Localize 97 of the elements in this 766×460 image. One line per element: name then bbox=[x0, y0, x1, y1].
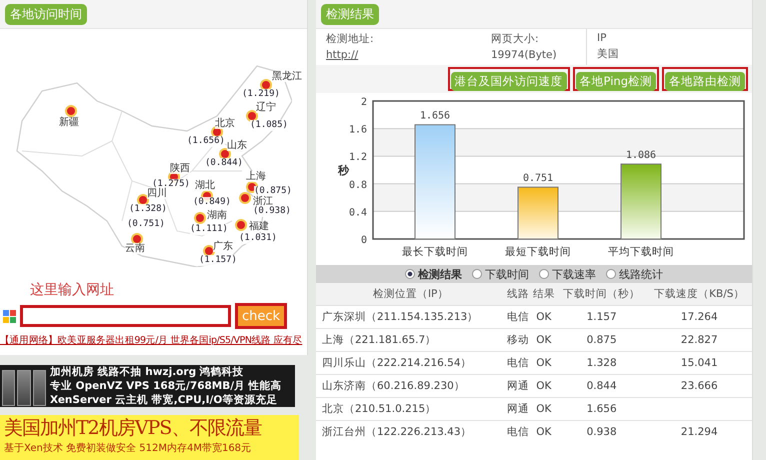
table-cell: OK bbox=[531, 420, 557, 443]
table-cell: 网通 bbox=[505, 398, 531, 420]
table-cell: 0.875 bbox=[556, 328, 647, 352]
table-cell: OK bbox=[531, 374, 557, 398]
y-tick-label: 1.6 bbox=[348, 124, 367, 136]
time-value: (0.849) bbox=[193, 197, 231, 208]
ad-text: 美国加州T2机房VPS、不限流量 bbox=[4, 416, 263, 441]
category-label: 平均下载时间 bbox=[608, 246, 674, 258]
bar-value-label: 1.656 bbox=[420, 110, 450, 122]
y-tick-label: 0 bbox=[360, 235, 367, 246]
region-label: 黑龙江 bbox=[272, 71, 302, 82]
time-value: (1.111) bbox=[190, 224, 228, 235]
category-label: 最短下载时间 bbox=[505, 246, 571, 258]
region-label: 辽宁 bbox=[256, 102, 276, 113]
table-cell: 移动 bbox=[505, 328, 531, 352]
table-cell: 上海（221.181.65.7） bbox=[316, 328, 506, 352]
promo-link[interactable]: 【通用网络】欧美亚服务器出租99元/月 世界各国ip/S5/VPN线路 应有尽 bbox=[0, 334, 308, 347]
info-value: 美国 bbox=[597, 47, 619, 61]
table-cell: OK bbox=[531, 306, 557, 328]
table-cell: OK bbox=[531, 328, 557, 352]
info-label: 检测地址: bbox=[326, 32, 375, 46]
y-tick-label: 1.2 bbox=[348, 152, 367, 164]
table-cell: OK bbox=[531, 398, 557, 420]
table-cell: OK bbox=[531, 352, 557, 374]
category-label: 最长下载时间 bbox=[402, 246, 468, 258]
region-label: 浙江 bbox=[253, 196, 273, 207]
region-label: 湖北 bbox=[195, 180, 215, 191]
y-tick-label: 2 bbox=[360, 97, 367, 108]
time-value: (1.656) bbox=[187, 136, 225, 147]
region-label: 四川 bbox=[147, 188, 167, 199]
table-cell: 23.666 bbox=[646, 374, 752, 398]
table-cell: 浙江台州（122.226.213.43） bbox=[316, 420, 506, 443]
column-header: 线路 bbox=[505, 283, 531, 306]
panel-title: 检测结果 bbox=[321, 4, 379, 24]
time-value: (1.219) bbox=[242, 89, 280, 100]
column-header: 下载时间（秒） bbox=[556, 283, 647, 306]
region-label: 北京 bbox=[215, 118, 235, 129]
url-link[interactable]: http:// bbox=[326, 49, 471, 61]
region-label: 新疆 bbox=[59, 117, 79, 128]
time-value: (0.751) bbox=[127, 219, 165, 230]
y-tick-label: 0.4 bbox=[348, 207, 367, 218]
google-icon bbox=[3, 310, 16, 322]
table-cell: 1.656 bbox=[556, 398, 647, 420]
region-label: 陕西 bbox=[170, 163, 190, 174]
time-value: (0.875) bbox=[254, 186, 292, 197]
view-radio[interactable]: 线路统计 bbox=[606, 266, 663, 282]
info-value: 19974(Byte) bbox=[491, 49, 558, 61]
panel-title: 各地访问时间 bbox=[5, 4, 87, 24]
table-cell: 北京（210.51.0.215） bbox=[316, 398, 506, 420]
bar bbox=[518, 186, 558, 240]
table-cell: 山东济南（60.216.89.230） bbox=[316, 374, 506, 398]
region-label: 湖南 bbox=[207, 210, 227, 221]
region-label: 广东 bbox=[213, 241, 233, 252]
time-value: (1.157) bbox=[199, 255, 237, 266]
y-tick-label: 0.8 bbox=[348, 180, 367, 191]
column-header: 下载速度（KB/S） bbox=[646, 283, 752, 306]
info-label: IP bbox=[597, 32, 608, 44]
info-label: 网页大小: bbox=[491, 32, 540, 46]
time-value: (1.031) bbox=[239, 233, 277, 244]
time-value: (1.085) bbox=[250, 120, 288, 131]
url-input[interactable] bbox=[20, 305, 231, 327]
ad-text: 基于Xen技术 免费初装做安全 512M内存4M带宽168元 bbox=[4, 442, 252, 455]
table-cell: 17.264 bbox=[646, 306, 752, 328]
view-radio[interactable]: 下载速率 bbox=[539, 266, 596, 282]
ad-text: XenServer 云主机 带宽,CPU,I/O等资源充足 bbox=[50, 393, 278, 407]
table-cell: 电信 bbox=[505, 420, 531, 443]
region-label: 山东 bbox=[227, 140, 247, 151]
view-radio[interactable]: 下载时间 bbox=[472, 266, 529, 282]
region-label: 福建 bbox=[249, 221, 269, 232]
table-cell: 0.938 bbox=[556, 420, 647, 443]
time-value: (0.844) bbox=[205, 158, 243, 169]
bar-value-label: 0.751 bbox=[522, 173, 554, 184]
table-cell: 15.041 bbox=[646, 352, 752, 374]
input-hint: 这里输入网址 bbox=[29, 281, 115, 300]
y-axis-label: 秒 bbox=[338, 164, 349, 177]
view-radio[interactable]: 检测结果 bbox=[405, 266, 462, 282]
column-header: 结果 bbox=[531, 283, 557, 306]
ad-text: 加州机房 线路不抽 hwzj.org 鸿鹤科技 bbox=[50, 365, 245, 379]
ad-banner[interactable]: 加州机房 线路不抽 hwzj.org 鸿鹤科技 专业 OpenVZ VPS 168元/768MB/月 性能高 XenServer 云主机 带宽,CPU,I/O等资源充足 bbox=[0, 365, 295, 407]
table-cell: 0.844 bbox=[556, 374, 647, 398]
table-cell: 电信 bbox=[505, 306, 531, 328]
table-cell: 电信 bbox=[505, 352, 531, 374]
bar-value-label: 1.086 bbox=[626, 150, 656, 162]
time-value: (1.328) bbox=[129, 204, 167, 215]
ad-text: 专业 OpenVZ VPS 168元/768MB/月 性能高 bbox=[50, 379, 282, 393]
region-label: 云南 bbox=[125, 243, 145, 254]
table-cell: 网通 bbox=[505, 374, 531, 398]
table-cell: 21.294 bbox=[646, 420, 752, 443]
table-cell: 22.827 bbox=[646, 328, 752, 352]
table-cell: 1.328 bbox=[556, 352, 647, 374]
table-cell: 广东深圳（211.154.135.213） bbox=[316, 306, 506, 328]
region-label: 上海 bbox=[246, 171, 266, 182]
table-cell: 四川乐山（222.214.216.54） bbox=[316, 352, 506, 374]
table-cell: 1.157 bbox=[556, 306, 647, 328]
ad-banner[interactable]: 美国加州T2机房VPS、不限流量 基于Xen技术 免费初装做安全 512M内存4M带宽168元 bbox=[0, 415, 299, 460]
column-header: 检测位置（IP） bbox=[316, 283, 506, 306]
time-value: (0.938) bbox=[253, 206, 291, 217]
